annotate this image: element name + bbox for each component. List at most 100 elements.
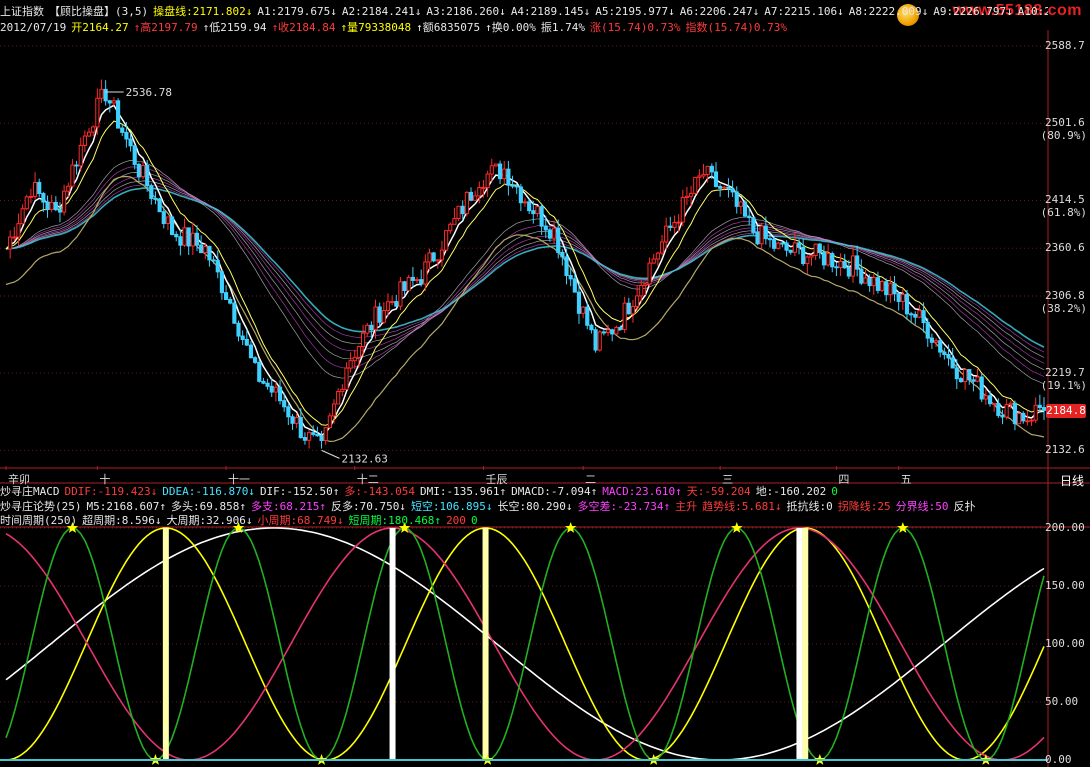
candle-body [680, 196, 685, 223]
candle-body [464, 191, 469, 215]
candle-body [62, 190, 67, 213]
candle-body [70, 164, 75, 187]
candle-body [929, 337, 934, 343]
cycle-tick-label: 50.00 [1045, 695, 1079, 708]
candle-body [539, 206, 544, 227]
candle-body [709, 165, 714, 173]
x-tick-label: 壬辰 [485, 473, 508, 486]
candle-body [481, 186, 486, 189]
candle-body [522, 201, 528, 204]
candle-body [277, 386, 283, 402]
candle-body [460, 205, 465, 215]
candle-body [265, 382, 270, 387]
candle-body [867, 277, 872, 287]
candle-body [456, 205, 461, 219]
candle-body [149, 185, 154, 199]
candle-body [776, 242, 781, 249]
candle-body [693, 176, 698, 194]
candle-body [311, 432, 316, 435]
trend-legend-item-3: 多支:68.215↑ [250, 500, 326, 513]
trend-legend-item-6: 长空:80.290↓ [497, 500, 573, 513]
candle-body [879, 281, 885, 291]
cycle-peak-bar [802, 528, 809, 760]
candle-body [261, 380, 266, 384]
candle-body [726, 186, 731, 190]
candle-body [57, 209, 63, 213]
candle-body [385, 301, 391, 312]
candle-body [722, 186, 727, 189]
candle-body [630, 305, 636, 315]
candle-body [821, 252, 827, 266]
candle-body [967, 369, 972, 381]
trend-legend-item-1: M5:2168.607↑ [86, 500, 166, 513]
price-annotation-0: 2536.78 [126, 86, 172, 99]
candle-body [938, 340, 943, 353]
indicator-legend-row: 上证指数 【顾比操盘】(3,5) 操盘线:2171.802↓ A1:2179.675↓… [0, 4, 1048, 20]
cycle-peak-bar [482, 528, 489, 760]
trend-legend-item-5: 短空:106.895↓ [410, 500, 493, 513]
trend-legend-item-11: 拐降线:25 [837, 500, 891, 513]
candle-body [718, 185, 723, 189]
candle-body [622, 302, 627, 330]
candle-body [381, 310, 386, 323]
candle-body [37, 181, 42, 195]
candle-body [140, 165, 146, 178]
percent-tick-label: (38.2%) [1040, 301, 1087, 315]
price-annotation-1: 2132.63 [342, 452, 388, 465]
candle-body [1017, 412, 1022, 425]
candle-body [103, 88, 108, 102]
candle-body [323, 427, 328, 442]
candle-body [468, 191, 474, 201]
indicator-legend-item-9: A7:2215.106↓ [764, 5, 844, 18]
candle-body [942, 351, 947, 355]
candle-body [1025, 420, 1030, 423]
candle-body [697, 175, 702, 178]
candle-body [423, 261, 428, 285]
candle-body [664, 225, 669, 243]
candle-body [896, 293, 901, 302]
candle-body [477, 186, 482, 197]
candle-body [518, 186, 523, 204]
cycle-peak-bar [162, 528, 169, 760]
candle-body [560, 251, 565, 258]
candle-body [1029, 419, 1034, 422]
candle-body [219, 271, 224, 294]
candle-body [701, 173, 706, 177]
candle-body [194, 232, 200, 246]
candle-body [1033, 404, 1038, 421]
cycle-legend-item-5: 200 [446, 514, 466, 527]
candle-body [751, 217, 756, 233]
candle-body [647, 262, 652, 285]
candle-body [348, 360, 353, 369]
percent-tick-label: (61.8%) [1040, 206, 1087, 220]
candle-body [282, 400, 287, 408]
indicator-legend-item-10: A8:2222.009↓ [848, 5, 929, 18]
trend-legend-item-13: 反扑 [953, 500, 976, 513]
x-tick-label: 十二 [356, 473, 379, 486]
candle-body [66, 185, 71, 192]
candle-body [24, 196, 29, 210]
candle-body [618, 326, 623, 330]
indicator-legend-item-6: A4:2189.145↓ [510, 5, 591, 18]
candle-body [713, 171, 719, 187]
candle-body [107, 100, 112, 104]
cycle-legend-item-1: 超周期:8.596↓ [82, 514, 162, 527]
quote-legend-item-9: 涨(15.74)0.73% [590, 21, 681, 34]
indicator-legend-item-7: A5:2195.977↓ [595, 5, 675, 18]
candle-body [738, 201, 743, 207]
current-price-tag: 2184.8 [1046, 404, 1086, 418]
candle-body [826, 253, 831, 266]
candle-body [489, 165, 494, 175]
candle-body [215, 260, 220, 273]
candle-body [987, 395, 993, 405]
candle-body [369, 324, 374, 331]
period-label[interactable]: 日线 [1060, 472, 1084, 489]
candle-body [589, 324, 594, 331]
candle-body [892, 283, 897, 295]
candle-body [406, 276, 411, 292]
indicator-legend-item-12: A10:2228.382↓ [1017, 5, 1048, 18]
candle-body [498, 163, 503, 180]
candle-body [257, 361, 262, 382]
price-tick-label: 2360.6 [1045, 241, 1085, 255]
candle-body [186, 227, 191, 247]
